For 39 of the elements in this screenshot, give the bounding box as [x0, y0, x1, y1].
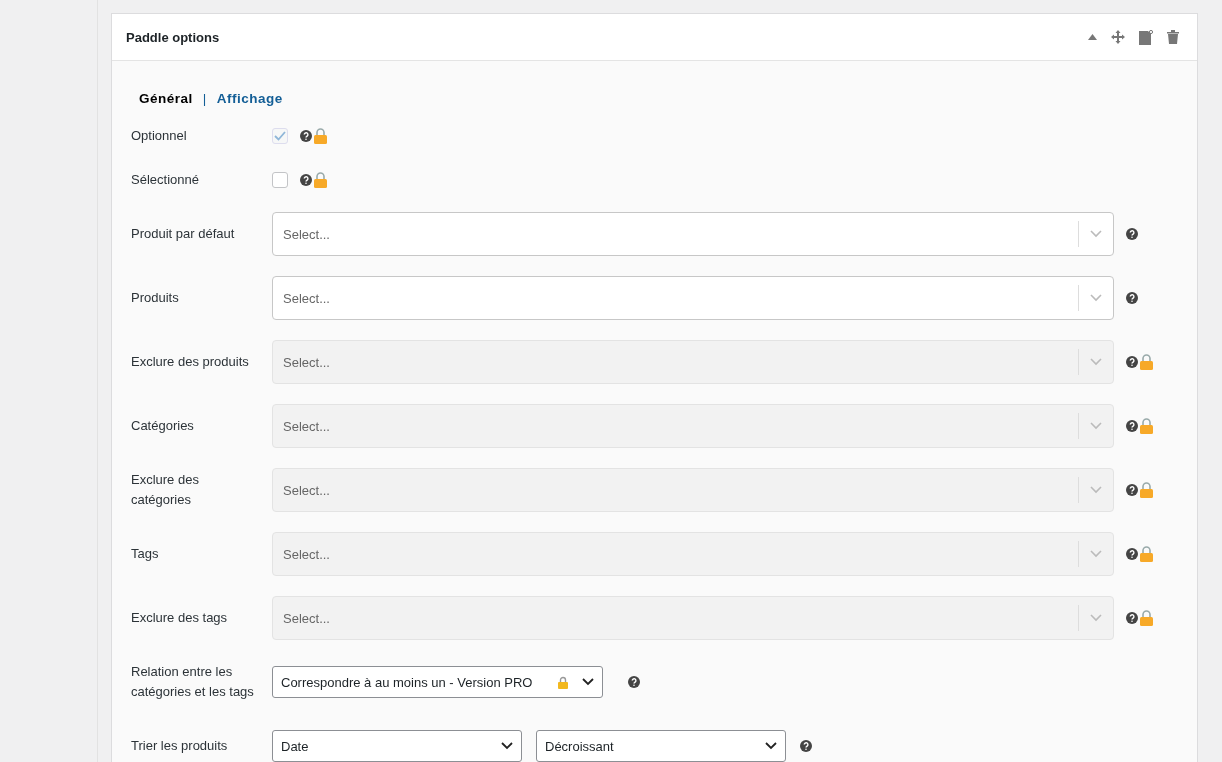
field-label: Exclure des catégories: [131, 471, 200, 509]
field-label: Optionnel: [131, 127, 188, 145]
help-icon[interactable]: [1126, 548, 1138, 560]
checkbox[interactable]: [272, 172, 288, 188]
help-icon[interactable]: [300, 174, 312, 186]
dropdown[interactable]: Date: [272, 730, 522, 762]
help-icon[interactable]: [1126, 292, 1138, 304]
help-icon[interactable]: [1126, 356, 1138, 368]
field-label: Produits: [131, 289, 180, 307]
select-field[interactable]: Select...: [272, 212, 1114, 256]
field-label: Sélectionné: [131, 171, 200, 189]
panel-title: Paddle options: [126, 29, 220, 45]
field-label: Exclure des tags: [131, 609, 229, 627]
chevron-icon[interactable]: [501, 742, 513, 750]
help-icon[interactable]: [300, 130, 312, 142]
help-icon[interactable]: [1126, 484, 1138, 496]
field-label: Trier les produits: [131, 737, 229, 755]
select-field[interactable]: Select...: [272, 276, 1114, 320]
trash-icon[interactable]: [1167, 30, 1179, 44]
tab[interactable]: Affichage: [216, 91, 283, 106]
help-icon[interactable]: [628, 676, 640, 688]
field-label: Catégories: [131, 417, 195, 435]
tab-separator: |: [202, 91, 207, 106]
help-icon[interactable]: [1126, 228, 1138, 240]
move-icon[interactable]: [1111, 30, 1125, 44]
collapse-icon[interactable]: [1088, 34, 1097, 40]
tab[interactable]: Général: [139, 91, 193, 106]
field-label: Relation entre les catégories et les tags: [131, 663, 255, 701]
help-icon[interactable]: [1126, 420, 1138, 432]
copy-icon[interactable]: [1139, 29, 1153, 45]
chevron-icon[interactable]: [582, 678, 594, 686]
field-label: Tags: [131, 545, 160, 563]
dropdown[interactable]: Correspondre à au moins un - Version PRO: [272, 666, 603, 698]
dropdown[interactable]: Décroissant: [536, 730, 786, 762]
chevron-icon[interactable]: [765, 742, 777, 750]
field-label: Produit par défaut: [131, 225, 236, 243]
help-icon[interactable]: [800, 740, 812, 752]
field-label: Exclure des produits: [131, 353, 250, 371]
help-icon[interactable]: [1126, 612, 1138, 624]
